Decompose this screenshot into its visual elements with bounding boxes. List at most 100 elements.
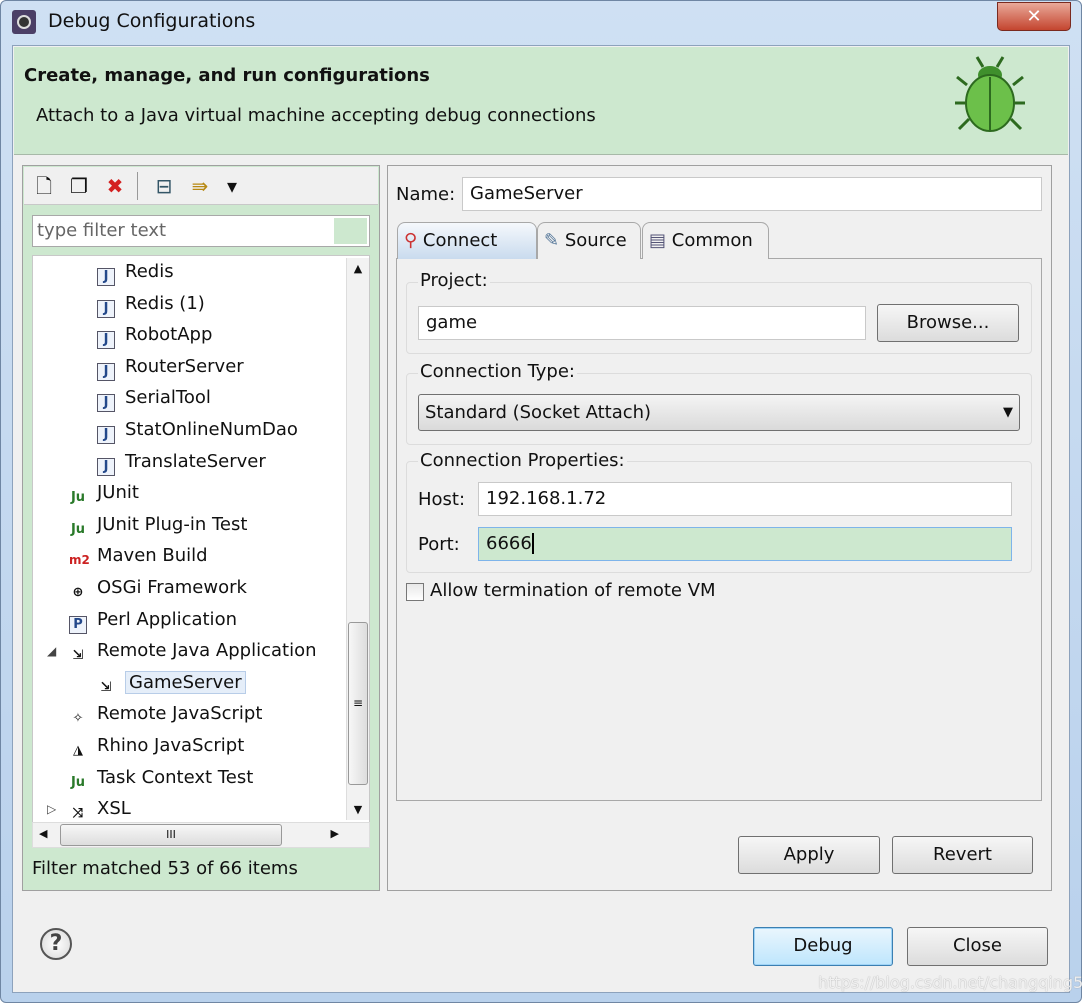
tree-item-label: Task Context Test <box>97 766 254 788</box>
tab-label: Source <box>564 230 627 251</box>
launch-type-icon: J <box>97 457 115 476</box>
allow-termination-label[interactable]: Allow termination of remote VM <box>430 580 716 601</box>
launch-type-icon: J <box>97 394 115 413</box>
tree-item[interactable]: ▷ ⤨ XSL <box>47 794 131 822</box>
tree-item[interactable]: ◢ ⇲ Remote Java Application <box>47 636 317 666</box>
launch-type-icon: ⇲ <box>100 679 112 695</box>
launch-type-icon: P <box>69 615 87 634</box>
connection-properties-label: Connection Properties: <box>418 450 627 471</box>
delete-icon[interactable]: ✖ <box>104 175 126 197</box>
tree-item-label: Redis (1) <box>125 292 205 314</box>
watermark: https://blog.csdn.net/changqing5818 <box>818 973 1082 992</box>
horizontal-scroll-thumb[interactable]: III <box>60 824 282 846</box>
launch-type-icon: ⇲ <box>72 648 84 664</box>
project-label: Project: <box>418 270 490 291</box>
tree-item-label: JUnit Plug-in Test <box>97 513 248 535</box>
apply-button[interactable]: Apply <box>738 836 880 874</box>
common-icon: ▤ <box>649 230 667 251</box>
launch-type-icon: Ju <box>70 521 86 537</box>
expanded-arrow-icon[interactable]: ◢ <box>47 636 56 666</box>
launch-type-icon: J <box>97 362 115 381</box>
collapsed-arrow-icon[interactable]: ▷ <box>47 794 56 822</box>
host-input[interactable]: 192.168.1.72 <box>478 482 1012 516</box>
launch-type-icon: J <box>97 268 115 286</box>
filter-icon[interactable]: ⇛ <box>189 175 211 197</box>
tree-item[interactable]: Ju Task Context Test <box>69 763 253 793</box>
tree-item[interactable]: ✧ Remote JavaScript <box>69 699 263 729</box>
launch-type-icon: ⊕ <box>72 585 84 600</box>
tree-item[interactable]: J Redis (1) <box>97 289 205 319</box>
window-title: Debug Configurations <box>48 10 256 32</box>
help-icon[interactable]: ? <box>40 928 72 960</box>
tree-item[interactable]: J TranslateServer <box>97 447 266 477</box>
host-label: Host: <box>418 489 466 510</box>
collapse-all-icon[interactable]: ⊟ <box>153 175 175 197</box>
tab-connect[interactable]: ⚲ Connect <box>397 222 537 259</box>
name-input[interactable]: GameServer <box>462 177 1042 211</box>
browse-button[interactable]: Browse... <box>877 304 1019 342</box>
tree-item[interactable]: ⊕ OSGi Framework <box>69 573 247 603</box>
tree-item[interactable]: Ju JUnit <box>69 478 139 508</box>
launch-type-icon: ⤨ <box>72 806 84 822</box>
launch-type-icon: J <box>97 331 115 350</box>
tree-item-label: OSGi Framework <box>97 577 247 598</box>
project-input[interactable]: game <box>418 306 866 340</box>
header-banner <box>14 47 1068 155</box>
tree-item-label: JUnit <box>97 482 139 504</box>
filter-status: Filter matched 53 of 66 items <box>32 858 298 879</box>
eclipse-app-icon <box>12 10 36 34</box>
tree-item-label: XSL <box>97 798 131 820</box>
allow-termination-checkbox[interactable] <box>406 583 424 601</box>
header-title: Create, manage, and run configurations <box>24 65 430 86</box>
chevron-down-icon: ▼ <box>1003 405 1013 420</box>
new-configuration-icon[interactable]: 🗋 <box>33 175 55 197</box>
tree-item[interactable]: J StatOnlineNumDao <box>97 415 298 445</box>
debug-button[interactable]: Debug <box>753 927 893 966</box>
connection-type-select[interactable]: Standard (Socket Attach) ▼ <box>418 394 1020 431</box>
tree-item[interactable]: m2 Maven Build <box>69 541 208 571</box>
tree-item[interactable]: J Redis <box>97 257 174 287</box>
launch-type-icon: Ju <box>70 774 86 790</box>
tree-item-label: Redis <box>125 261 174 282</box>
tree-item-label: StatOnlineNumDao <box>125 419 298 440</box>
name-label: Name: <box>396 184 456 205</box>
launch-type-icon: m2 <box>69 553 90 568</box>
connection-type-value: Standard (Socket Attach) <box>425 402 652 423</box>
port-label: Port: <box>418 534 460 555</box>
source-icon: ✎ <box>544 230 560 251</box>
port-value: 6666 <box>486 533 534 554</box>
launch-type-icon: ◮ <box>73 743 83 758</box>
vertical-scroll-thumb[interactable]: ≡ <box>348 622 368 785</box>
tree-item-label: SerialTool <box>125 387 211 409</box>
header-subtitle: Attach to a Java virtual machine accepti… <box>36 105 596 126</box>
tree-item-label: GameServer <box>125 670 246 694</box>
tree-item[interactable]: J RouterServer <box>97 352 244 382</box>
duplicate-icon[interactable]: ❐ <box>68 175 90 197</box>
tree-item-label: TranslateServer <box>125 450 266 472</box>
launch-type-icon: ✧ <box>72 711 84 727</box>
tree-item[interactable]: Ju JUnit Plug-in Test <box>69 510 247 540</box>
toolbar-separator <box>137 172 138 200</box>
revert-button[interactable]: Revert <box>892 836 1033 874</box>
close-button[interactable]: Close <box>907 927 1048 966</box>
tree-item[interactable]: J SerialTool <box>97 383 211 413</box>
launch-type-icon: Ju <box>70 490 86 506</box>
port-input[interactable]: 6666 <box>478 527 1012 561</box>
connect-icon: ⚲ <box>404 230 418 251</box>
tree-item[interactable]: ⇲ GameServer <box>97 668 246 698</box>
filter-input[interactable]: type filter text <box>32 215 370 247</box>
debug-bug-icon <box>955 56 1025 132</box>
tree-item-label: Remote Java Application <box>97 640 317 662</box>
tree-item[interactable]: P Perl Application <box>69 605 237 635</box>
configuration-tree: J Redis J Redis (1) J RobotApp J RouterServer J S… <box>32 255 370 823</box>
tree-item-label: Perl Application <box>97 608 237 630</box>
tab-source[interactable]: ✎ Source <box>537 222 641 259</box>
tab-common[interactable]: ▤ Common <box>642 222 769 259</box>
launch-type-icon: J <box>97 299 115 318</box>
tree-item[interactable]: J RobotApp <box>97 320 212 350</box>
toolbar-dropdown-icon[interactable]: ▾ <box>221 175 243 197</box>
tree-item-label: Maven Build <box>97 545 208 567</box>
launch-type-icon: J <box>97 426 115 444</box>
tree-item[interactable]: ◮ Rhino JavaScript <box>69 731 244 761</box>
window-close-button[interactable]: ✕ <box>997 2 1071 31</box>
